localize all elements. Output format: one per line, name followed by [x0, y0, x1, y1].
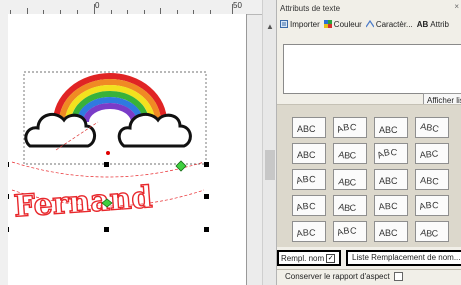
rempl-nom-label: Rempl. nom	[281, 253, 325, 263]
center-point[interactable]	[106, 151, 110, 155]
text-shape-label: ABC	[377, 147, 398, 161]
vertical-scrollbar[interactable]: ▲	[262, 0, 277, 285]
text-shape-label: ABC	[295, 200, 316, 212]
attributes-label: Attrib	[430, 19, 449, 29]
color-icon	[323, 20, 332, 28]
panel-toolbar: Importer Couleur Caractèr... AB Attrib	[277, 17, 461, 31]
import-label: Importer	[290, 19, 320, 29]
text-shape-button[interactable]: ABC	[292, 117, 326, 138]
horizontal-ruler: 0 50	[0, 0, 262, 15]
text-shape-button[interactable]: ABC	[415, 117, 449, 138]
text-shape-label: ABC	[297, 150, 316, 160]
text-shape-button[interactable]: ABC	[415, 143, 449, 164]
character-button[interactable]: Caractèr...	[365, 19, 413, 29]
design-page[interactable]: Fernand	[4, 14, 246, 285]
text-shape-button[interactable]: ABC	[333, 117, 367, 138]
text-shape-button[interactable]: ABC	[292, 143, 326, 164]
text-shape-label: ABC	[420, 121, 440, 134]
ruler-label-0: 0	[95, 1, 100, 10]
text-shape-button[interactable]: ABC	[292, 221, 326, 242]
keep-aspect-ratio-row[interactable]: Conserver le rapport d'aspect	[285, 272, 403, 281]
text-shape-label: ABC	[378, 200, 398, 211]
panel-title: Attributs de texte	[280, 4, 341, 13]
import-button[interactable]: Importer	[280, 20, 320, 29]
text-shape-button[interactable]: ABC	[292, 195, 326, 216]
name-replacement-list-button[interactable]: Liste Remplacement de nom...	[346, 250, 461, 266]
color-label: Couleur	[333, 19, 362, 29]
scrollbar-thumb[interactable]	[265, 150, 275, 180]
text-shape-label: ABC	[336, 121, 357, 134]
text-shape-label: ABC	[379, 176, 398, 186]
text-shape-button[interactable]: ABC	[374, 195, 408, 216]
text-shape-button[interactable]: ABC	[333, 221, 367, 242]
cloud-right[interactable]	[117, 112, 192, 148]
text-shape-label: ABC	[420, 227, 439, 238]
fernand-text[interactable]: Fernand	[12, 179, 154, 225]
text-shape-label: ABC	[296, 227, 317, 238]
import-icon	[280, 20, 288, 28]
text-shape-button[interactable]: ABC	[374, 143, 408, 164]
text-shape-label: ABC	[420, 175, 440, 187]
attributes-button[interactable]: AB Attrib	[417, 20, 449, 29]
text-shape-button[interactable]: ABC	[333, 195, 367, 216]
divider	[277, 269, 461, 270]
scroll-up-arrow-icon[interactable]: ▲	[266, 22, 274, 31]
text-shape-button[interactable]: ABC	[415, 195, 449, 216]
page-edge	[246, 14, 247, 285]
text-shape-button[interactable]: ABC	[374, 169, 408, 190]
character-icon	[365, 20, 374, 28]
text-shape-label: ABC	[418, 199, 439, 211]
ruler-label-50: 50	[233, 1, 242, 10]
keep-aspect-ratio-label: Conserver le rapport d'aspect	[285, 272, 390, 281]
text-shape-label: ABC	[338, 176, 357, 187]
text-shape-button[interactable]: ABC	[415, 169, 449, 190]
text-shape-label: ABC	[419, 148, 439, 160]
text-shape-grid: ABC ABC ABC ABC ABC ABC ABC ABC ABC ABC ABC ABC ABC A…	[292, 117, 449, 242]
text-shape-label: ABC	[379, 125, 398, 135]
text-attributes-panel: Attributs de texte × Importer Couleur Ca…	[276, 0, 461, 285]
text-shape-button[interactable]: ABC	[415, 221, 449, 242]
text-shape-button[interactable]: ABC	[292, 169, 326, 190]
text-shape-pane: ABC ABC ABC ABC ABC ABC ABC ABC ABC ABC ABC ABC ABC A…	[277, 104, 461, 247]
design-canvas-area: 0 50 Fernand	[0, 0, 262, 285]
keep-aspect-ratio-checkbox[interactable]	[393, 272, 403, 281]
text-shape-button[interactable]: ABC	[374, 221, 408, 242]
text-shape-label: ABC	[338, 149, 357, 160]
text-shape-button[interactable]: ABC	[333, 143, 367, 164]
close-icon[interactable]: ×	[454, 2, 459, 11]
text-shape-button[interactable]: ABC	[333, 169, 367, 190]
rainbow-band-purple	[83, 103, 137, 123]
rempl-nom-checkbox[interactable]: ✓	[326, 253, 336, 263]
embroidery-design[interactable]: Fernand	[4, 14, 246, 285]
text-shape-button[interactable]: ABC	[374, 117, 408, 138]
color-button[interactable]: Couleur	[323, 19, 362, 29]
cloud-left[interactable]	[24, 112, 96, 148]
text-shape-label: ABC	[379, 228, 398, 238]
text-shape-label: ABC	[297, 124, 316, 134]
text-shape-label: ABC	[338, 201, 357, 213]
text-shape-label: ABC	[336, 225, 357, 237]
green-adjust-handle-top[interactable]	[175, 160, 187, 172]
text-shape-label: ABC	[295, 173, 316, 185]
attributes-icon: AB	[416, 19, 429, 29]
rempl-nom-checkbox-group[interactable]: Rempl. nom ✓	[277, 250, 341, 266]
character-label: Caractèr...	[375, 19, 413, 29]
text-input[interactable]	[283, 44, 461, 94]
